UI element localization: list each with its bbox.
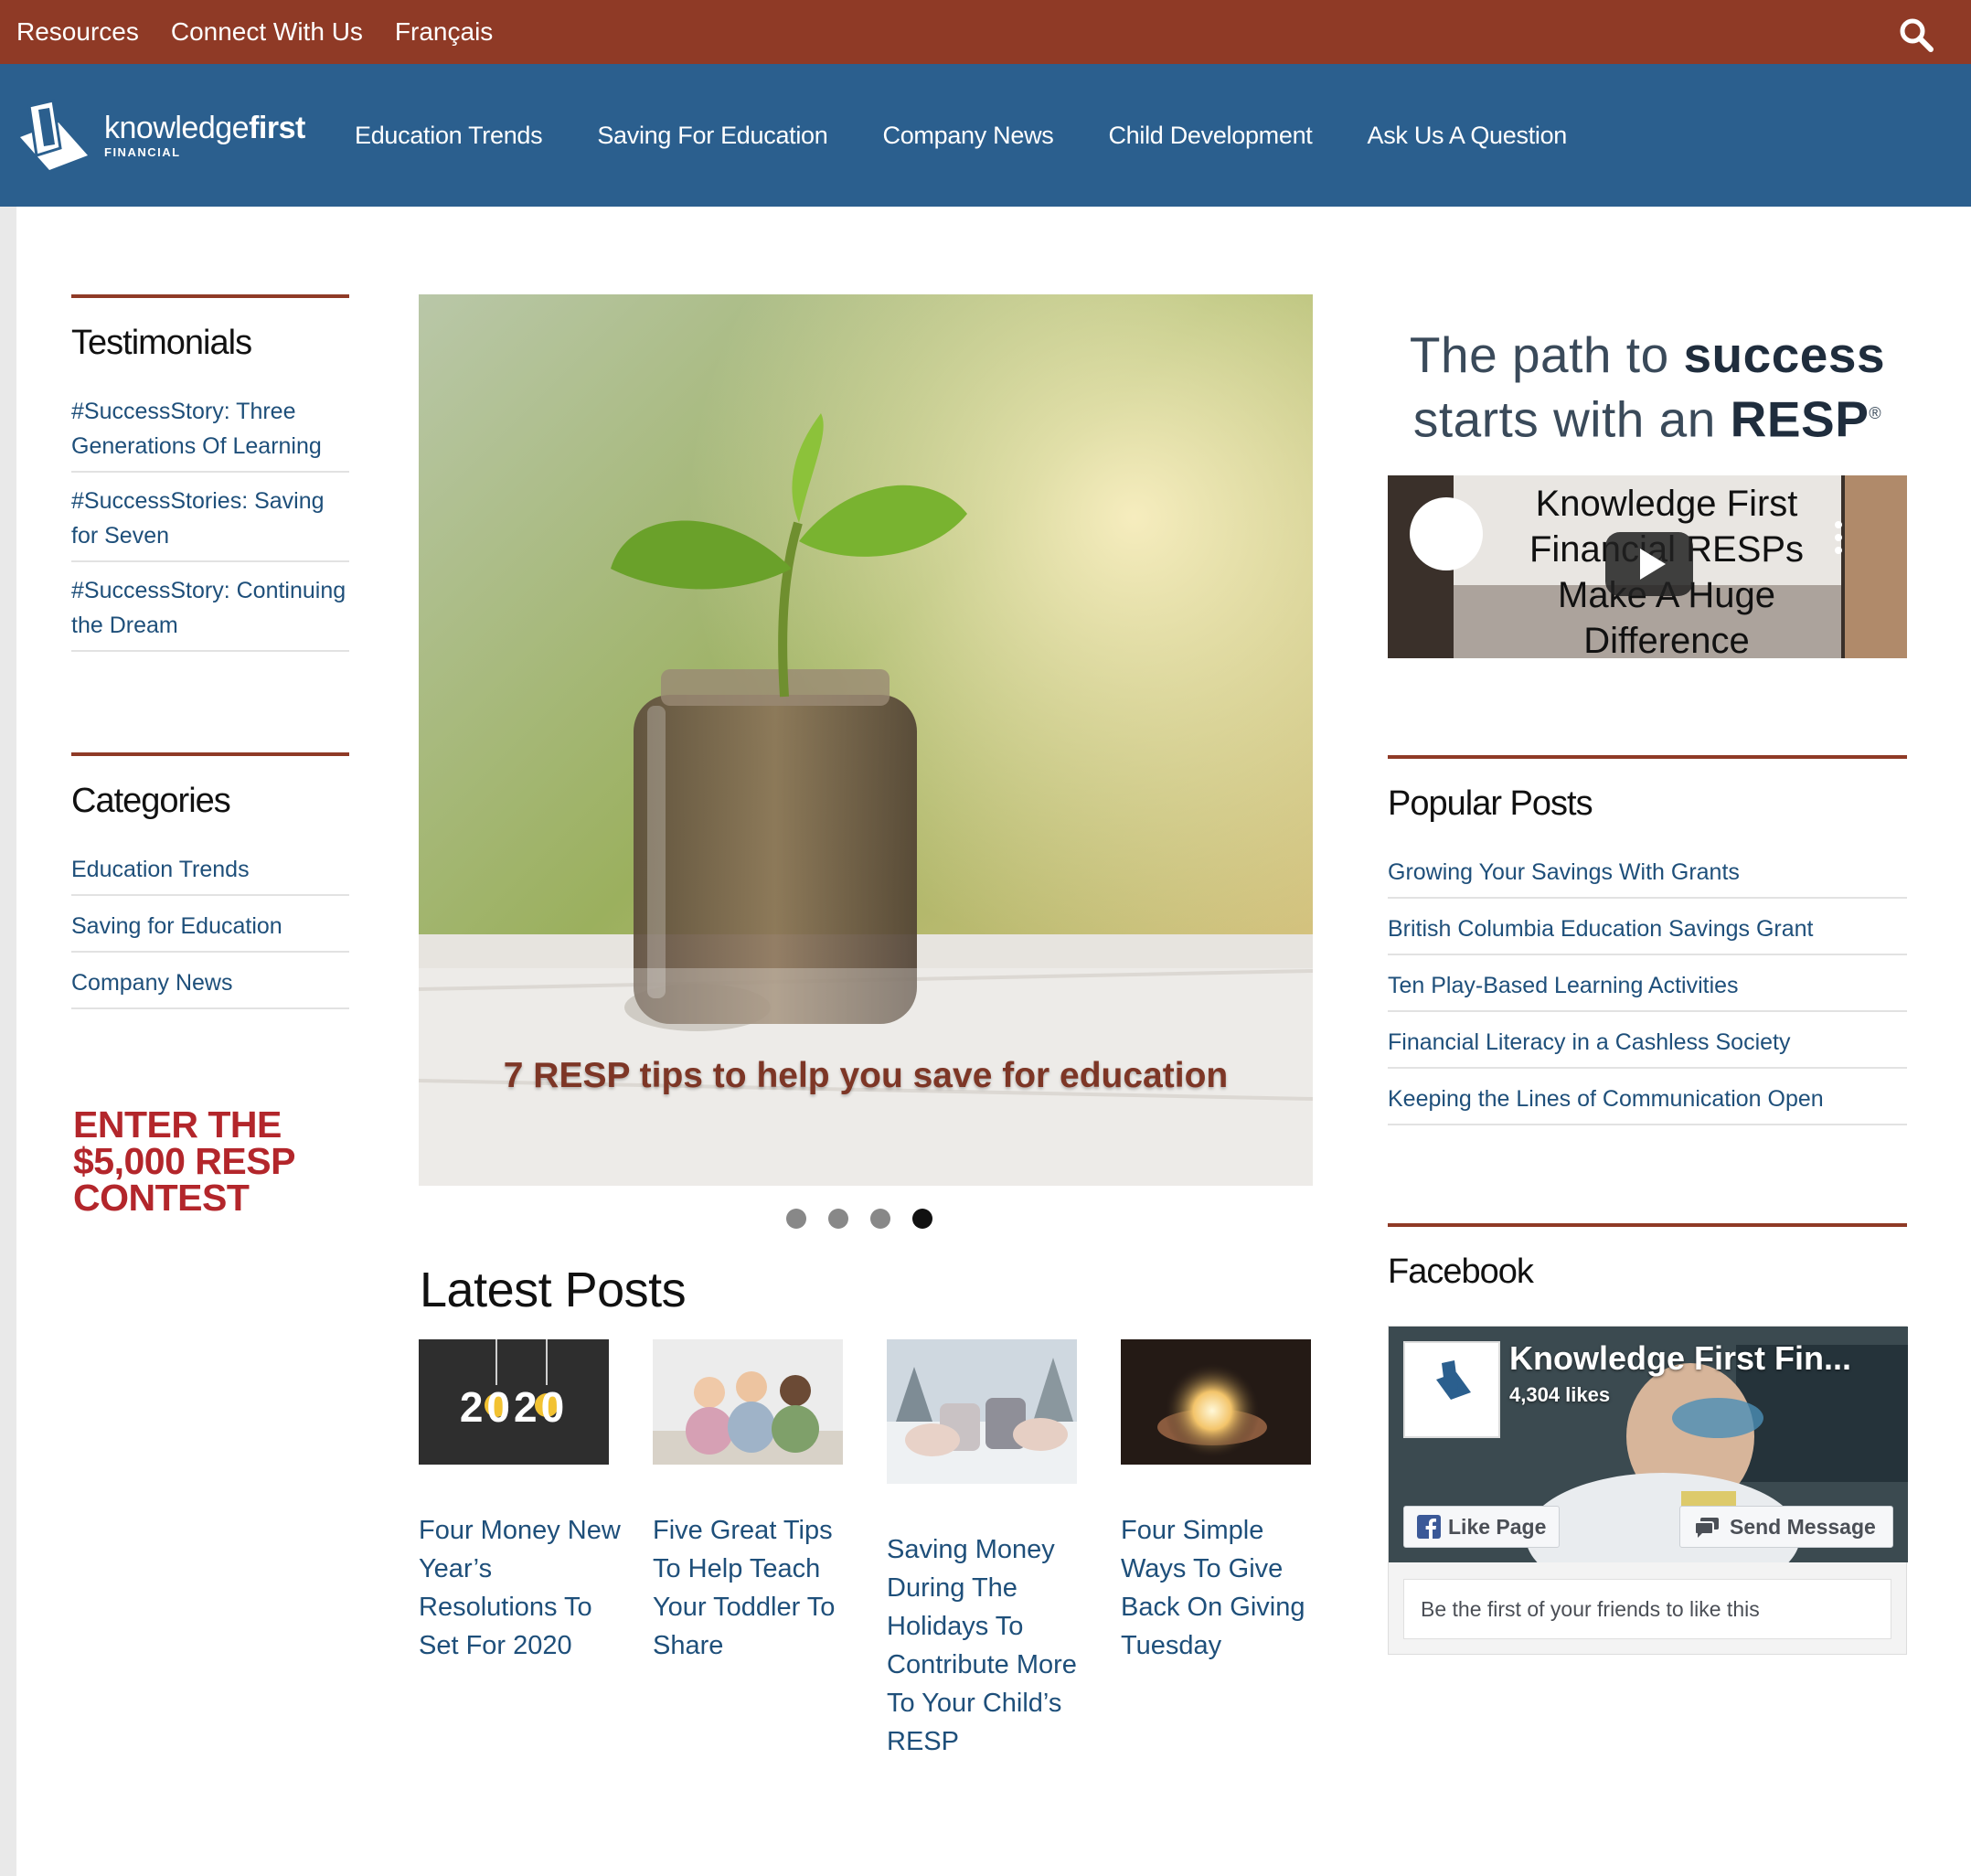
facebook-friends-text: Be the first of your friends to like thi… [1403,1579,1891,1639]
facebook-like-count: 4,304 likes [1509,1383,1611,1406]
tagline-line-1: The path to success [1409,326,1886,383]
post-title[interactable]: Five Great Tips To Help Teach Your Toddl… [653,1511,858,1665]
testimonials-list: #SuccessStory: Three Generations Of Lear… [71,394,349,652]
nav-education-trends[interactable]: Education Trends [355,122,543,150]
logo-brand: knowledgefirst [104,110,305,145]
play-icon[interactable] [1605,532,1693,596]
category-link[interactable]: Education Trends [71,852,349,896]
testimonial-link[interactable]: #SuccessStories: Saving for Seven [71,473,349,562]
hero-slider[interactable]: 7 RESP tips to help you save for educati… [419,294,1313,1186]
post-card[interactable]: Four Simple Ways To Give Back On Giving … [1121,1339,1326,1665]
popular-post-link[interactable]: Keeping the Lines of Communication Open [1388,1069,1907,1125]
widget-rule [71,294,349,298]
testimonial-link[interactable]: #SuccessStory: Three Generations Of Lear… [71,394,349,473]
popular-posts-list: Growing Your Savings With Grants British… [1388,855,1907,1125]
facebook-cover[interactable]: Knowledge First Fin... 4,304 likes Like … [1389,1327,1908,1562]
logo-mark-icon [1436,1360,1471,1400]
popular-post-link[interactable]: Ten Play-Based Learning Activities [1388,955,1907,1012]
contest-banner[interactable]: ENTER THE $5,000 RESP CONTEST [73,1106,347,1217]
send-message-button[interactable]: Send Message [1679,1506,1893,1548]
video-embed[interactable]: Knowledge First Financial RESPs Make A H… [1388,475,1907,658]
nav-menu: Education Trends Saving For Education Co… [355,64,1622,207]
widget-rule [71,752,349,756]
slider-dot[interactable] [786,1209,806,1229]
resp-tagline[interactable]: The path to success starts with an RESP® [1388,325,1907,448]
like-page-button[interactable]: Like Page [1403,1506,1561,1548]
message-icon [1694,1518,1719,1538]
widget-rule [1388,755,1907,759]
nav-saving-for-education[interactable]: Saving For Education [597,122,827,150]
facebook-page-plugin: Knowledge First Fin... 4,304 likes Like … [1388,1326,1908,1655]
utility-link-francais[interactable]: Français [395,17,493,47]
slider-dot[interactable] [828,1209,848,1229]
widget-rule [1388,1223,1907,1227]
utility-bar: Resources Connect With Us Français [0,0,1971,64]
testimonials-title: Testimonials [71,324,252,362]
post-card[interactable]: Five Great Tips To Help Teach Your Toddl… [653,1339,858,1665]
categories-widget: Categories Education Trends Saving for E… [71,752,349,1009]
slider-dot[interactable] [870,1209,890,1229]
category-link[interactable]: Company News [71,953,349,1009]
post-thumbnail[interactable] [653,1339,843,1465]
popular-posts-widget: Popular Posts Growing Your Savings With … [1388,755,1907,1125]
slider-dots [786,1209,954,1229]
slider-dot-active[interactable] [912,1209,932,1229]
more-options-icon[interactable] [1834,519,1843,556]
utility-link-resources[interactable]: Resources [16,17,139,47]
logo-subtitle: FINANCIAL [104,144,181,159]
popular-post-link[interactable]: British Columbia Education Savings Grant [1388,899,1907,955]
send-message-label: Send Message [1730,1514,1876,1539]
facebook-widget-header: Facebook [1388,1223,1907,1292]
category-link[interactable]: Saving for Education [71,896,349,953]
logo[interactable]: knowledgefirst FINANCIAL [16,99,309,172]
facebook-icon [1417,1515,1441,1539]
popular-posts-title: Popular Posts [1388,784,1593,823]
utility-link-connect[interactable]: Connect With Us [171,17,363,47]
facebook-page-name[interactable]: Knowledge First Fin... [1509,1339,1851,1378]
channel-avatar [1410,497,1483,570]
slide-caption-text[interactable]: 7 RESP tips to help you save for educati… [419,1056,1313,1096]
nav-child-development[interactable]: Child Development [1108,122,1312,150]
post-card[interactable]: Saving Money During The Holidays To Cont… [887,1339,1092,1761]
nav-ask-us-a-question[interactable]: Ask Us A Question [1368,122,1568,150]
logo-mark-icon [20,99,88,170]
facebook-page-logo[interactable] [1403,1341,1500,1438]
main-navigation: knowledgefirst FINANCIAL Education Trend… [0,64,1971,207]
testimonials-widget: Testimonials #SuccessStory: Three Genera… [71,294,349,652]
popular-post-link[interactable]: Financial Literacy in a Cashless Society [1388,1012,1907,1069]
tagline-line-2: starts with an RESP® [1412,390,1882,448]
post-thumbnail[interactable] [1121,1339,1311,1465]
post-title[interactable]: Four Simple Ways To Give Back On Giving … [1121,1511,1326,1665]
categories-list: Education Trends Saving for Education Co… [71,852,349,1009]
post-title[interactable]: Saving Money During The Holidays To Cont… [887,1530,1092,1761]
like-page-label: Like Page [1448,1514,1547,1539]
search-icon[interactable] [1898,16,1934,53]
popular-post-link[interactable]: Growing Your Savings With Grants [1388,855,1907,899]
categories-title: Categories [71,782,231,820]
nav-company-news[interactable]: Company News [883,122,1054,150]
post-title[interactable]: Four Money New Year’s Resolutions To Set… [419,1511,624,1665]
svg-text:2020: 2020 [460,1383,568,1431]
facebook-title: Facebook [1388,1252,1534,1291]
post-thumbnail[interactable]: 2020 [419,1339,609,1465]
testimonial-link[interactable]: #SuccessStory: Continuing the Dream [71,562,349,652]
post-thumbnail[interactable] [887,1339,1077,1484]
slide-caption: 7 RESP tips to help you save for educati… [419,968,1313,1186]
latest-posts-title: Latest Posts [420,1263,687,1317]
utility-links: Resources Connect With Us Français [16,0,525,64]
post-card[interactable]: 2020 Four Money New Year’s Resolutions T… [419,1339,624,1665]
